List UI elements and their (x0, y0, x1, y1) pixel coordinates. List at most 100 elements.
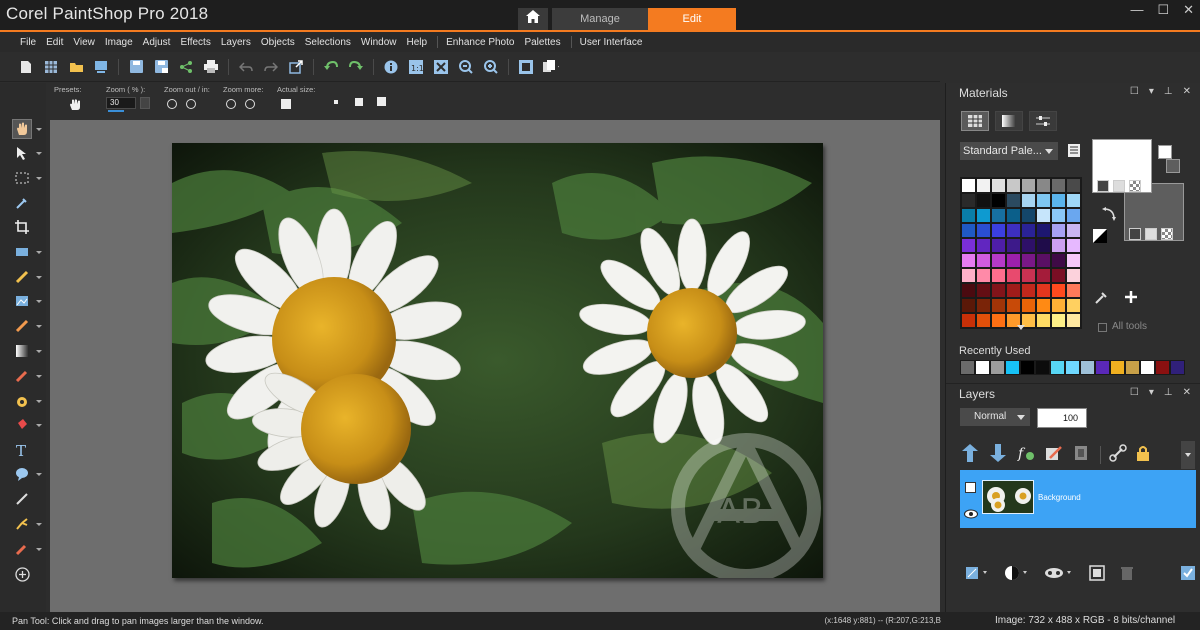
color-swatch[interactable] (991, 238, 1006, 253)
move-tool-icon[interactable] (12, 242, 32, 262)
fg-color-mode-icon[interactable] (1097, 180, 1109, 192)
tab-manage[interactable]: Manage (552, 8, 648, 30)
color-swatch[interactable] (1021, 238, 1036, 253)
actual-size-icon[interactable]: 1:1 (408, 59, 424, 75)
color-swatch[interactable] (1051, 253, 1066, 268)
fit-window-icon[interactable] (433, 59, 449, 75)
color-swatch[interactable] (1036, 253, 1051, 268)
recent-color-swatch[interactable] (1020, 360, 1035, 375)
color-swatch[interactable] (1066, 268, 1081, 283)
color-swatch[interactable] (991, 208, 1006, 223)
menu-layers[interactable]: Layers (221, 37, 251, 48)
text-tool-icon[interactable]: T (12, 440, 32, 460)
redo-icon[interactable] (263, 59, 279, 75)
menu-objects[interactable]: Objects (261, 37, 295, 48)
menu-help[interactable]: Help (406, 37, 427, 48)
new-adjustment-layer-icon[interactable] (1004, 565, 1030, 586)
crop-tool-icon[interactable] (12, 217, 32, 237)
color-swatch[interactable] (976, 268, 991, 283)
shape-tool-icon[interactable] (12, 464, 32, 484)
pan-tool-icon[interactable] (12, 119, 32, 139)
menu-selections[interactable]: Selections (305, 37, 351, 48)
zoom-spinner[interactable] (140, 97, 150, 109)
color-swatch[interactable] (991, 253, 1006, 268)
color-swatch[interactable] (961, 253, 976, 268)
color-swatch[interactable] (976, 313, 991, 328)
color-swatch[interactable] (1036, 178, 1051, 193)
recent-color-swatch[interactable] (1050, 360, 1065, 375)
close-button[interactable]: ✕ (1183, 2, 1194, 18)
color-swatch[interactable] (976, 208, 991, 223)
image-canvas[interactable]: AB (172, 143, 823, 578)
pan-preset-icon[interactable] (68, 99, 82, 113)
recent-color-swatch[interactable] (975, 360, 990, 375)
maximize-button[interactable]: ☐ (1157, 2, 1169, 18)
zoom-out-icon[interactable] (458, 59, 474, 75)
color-swatch[interactable] (961, 238, 976, 253)
color-swatch[interactable] (991, 193, 1006, 208)
recent-color-swatch[interactable] (1005, 360, 1020, 375)
color-swatch[interactable] (1066, 238, 1081, 253)
color-swatch[interactable] (976, 223, 991, 238)
palette-dropdown[interactable]: Standard Pale... (960, 142, 1058, 160)
retouch-tool-icon[interactable] (12, 316, 32, 336)
recent-color-swatch[interactable] (1125, 360, 1140, 375)
color-swatch[interactable] (961, 223, 976, 238)
new-file-icon[interactable] (18, 59, 34, 75)
color-swatch[interactable] (1006, 298, 1021, 313)
object-remover-tool-icon[interactable] (12, 539, 32, 559)
pick-tool-icon[interactable] (12, 143, 32, 163)
save-as-icon[interactable] (153, 59, 169, 75)
color-swatch[interactable] (1036, 208, 1051, 223)
color-swatch[interactable] (961, 313, 976, 328)
color-swatch[interactable] (1066, 178, 1081, 193)
color-swatch[interactable] (1021, 268, 1036, 283)
menu-file[interactable]: File (20, 37, 36, 48)
pen-tool-icon[interactable] (12, 489, 32, 509)
material-dropper-icon[interactable] (1094, 291, 1108, 310)
foreground-color-box[interactable] (1092, 139, 1152, 193)
color-swatch[interactable] (1051, 238, 1066, 253)
menu-adjust[interactable]: Adjust (143, 37, 171, 48)
color-swatch[interactable] (1051, 208, 1066, 223)
menu-view[interactable]: View (73, 37, 95, 48)
zoom-more-in-icon[interactable] (245, 99, 255, 109)
panel-close-icon[interactable]: ✕ (1183, 387, 1191, 398)
recent-color-swatch[interactable] (1140, 360, 1155, 375)
color-swatch[interactable] (1036, 283, 1051, 298)
zoom-out-circle-icon[interactable] (167, 99, 177, 109)
warp-brush-tool-icon[interactable] (12, 514, 32, 534)
color-swatch[interactable] (1036, 193, 1051, 208)
color-swatch[interactable] (1066, 208, 1081, 223)
color-swatch[interactable] (1036, 223, 1051, 238)
color-swatch[interactable] (1021, 298, 1036, 313)
lock-layer-icon[interactable] (1135, 444, 1151, 467)
selection-tool-icon[interactable] (12, 168, 32, 188)
fit-image-icon[interactable] (518, 59, 534, 75)
open-folder-icon[interactable] (68, 59, 84, 75)
color-swatch[interactable] (991, 268, 1006, 283)
recent-color-swatch[interactable] (990, 360, 1005, 375)
menu-effects[interactable]: Effects (180, 37, 210, 48)
minimize-button[interactable]: — (1130, 2, 1143, 18)
zoom-more-out-icon[interactable] (226, 99, 236, 109)
color-swatch[interactable] (961, 268, 976, 283)
all-tools-checkbox[interactable] (1098, 323, 1107, 332)
recent-color-swatch[interactable] (1155, 360, 1170, 375)
color-swatch[interactable] (976, 178, 991, 193)
color-swatch[interactable] (1036, 268, 1051, 283)
color-swatch[interactable] (991, 298, 1006, 313)
color-swatch[interactable] (1021, 283, 1036, 298)
mask-layer-icon[interactable] (1072, 444, 1092, 467)
menu-user-interface[interactable]: User Interface (580, 37, 643, 48)
recent-color-swatch[interactable] (1170, 360, 1185, 375)
color-swatch[interactable] (1051, 178, 1066, 193)
print-icon[interactable] (203, 59, 219, 75)
recent-color-swatch[interactable] (1110, 360, 1125, 375)
new-raster-layer-icon[interactable] (964, 565, 990, 586)
color-swatch[interactable] (991, 313, 1006, 328)
raise-layer-icon[interactable] (960, 443, 980, 467)
reset-colors-icon[interactable] (1093, 229, 1107, 248)
resize-icon[interactable] (288, 59, 304, 75)
gradient-tab-icon[interactable] (995, 111, 1023, 131)
